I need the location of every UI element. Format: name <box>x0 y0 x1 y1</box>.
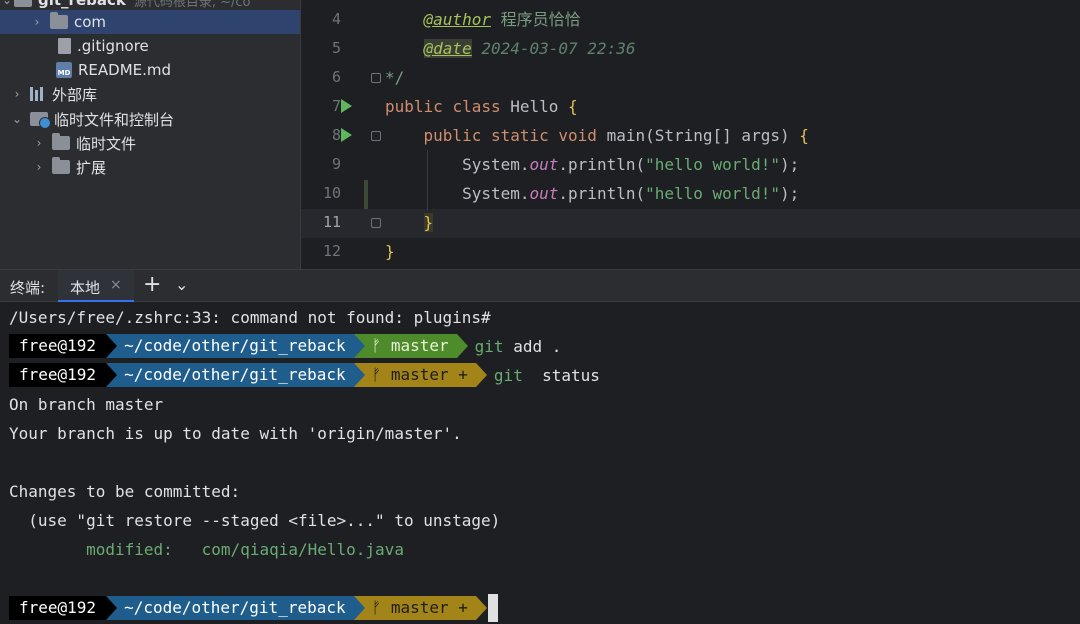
prompt-user: free@192 <box>9 363 118 387</box>
line-number: 4 <box>331 10 341 28</box>
new-tab-button[interactable]: + <box>143 272 161 297</box>
line-number-current: 11 <box>322 213 341 231</box>
tree-item-scratch-files[interactable]: › 临时文件 <box>0 131 300 155</box>
shell-prompt: free@192 ~/code/other/git_reback ᚠ maste… <box>9 363 600 387</box>
tab-local[interactable]: 本地 × <box>58 270 134 302</box>
folder-icon <box>52 133 70 150</box>
tree-item-external-libraries[interactable]: › 外部库 <box>0 82 300 106</box>
file-icon <box>58 38 71 54</box>
tree-root-hint: 源代码根目录, ~/co <box>133 0 251 10</box>
terminal-output[interactable]: /Users/free/.zshrc:33: command not found… <box>0 303 1080 624</box>
chevron-right-icon[interactable]: › <box>30 15 44 29</box>
tree-item-label: README.md <box>78 61 172 79</box>
terminal-line: Changes to be committed: <box>9 482 241 501</box>
chevron-right-icon[interactable]: › <box>32 136 46 150</box>
fold-icon[interactable] <box>371 73 381 83</box>
terminal-cursor <box>487 594 498 622</box>
line-number: 12 <box>322 242 341 260</box>
chevron-down-icon[interactable]: ⌄ <box>175 275 188 294</box>
line-number: 8 <box>331 126 341 144</box>
shell-prompt: free@192 ~/code/other/git_reback ᚠ maste… <box>9 334 561 358</box>
chevron-right-icon[interactable]: › <box>10 87 24 101</box>
code-line-10: System.out.println("hello world!"); <box>462 184 800 203</box>
terminal-label: 终端: <box>10 279 46 297</box>
fold-icon[interactable] <box>371 131 381 141</box>
library-icon <box>30 87 46 101</box>
tree-root-label: git_reback <box>38 0 126 9</box>
tree-item-label: .gitignore <box>77 37 149 55</box>
prompt-path: ~/code/other/git_reback <box>106 363 365 387</box>
folder-icon <box>52 157 70 174</box>
shell-prompt: free@192 ~/code/other/git_reback ᚠ maste… <box>9 594 498 622</box>
line-number: 7 <box>331 97 341 115</box>
tree-item-label: 扩展 <box>76 158 107 177</box>
fold-icon[interactable] <box>371 218 381 228</box>
terminal-line: Your branch is up to date with 'origin/m… <box>9 424 462 443</box>
tab-local-label: 本地 <box>70 279 101 297</box>
prompt-git-branch: ᚠ master <box>353 334 468 358</box>
run-main-icon[interactable] <box>341 128 352 142</box>
tree-item-readme[interactable]: MD README.md <box>0 58 300 82</box>
code-line-11: } <box>423 213 434 232</box>
close-icon[interactable]: × <box>110 277 122 293</box>
tree-item-label: com <box>74 13 107 31</box>
markdown-file-icon: MD <box>56 62 72 78</box>
line-number: 6 <box>331 68 341 86</box>
scratch-console-icon <box>30 112 51 129</box>
code-line-8: public static void main(String[] args) { <box>423 126 809 145</box>
prompt-command: git status <box>493 365 600 385</box>
prompt-user: free@192 <box>9 334 118 358</box>
prompt-git-branch: ᚠ master + <box>353 363 487 387</box>
package-folder-icon <box>50 12 68 29</box>
terminal-toolbar: 终端: 本地 × + ⌄ <box>0 269 1080 302</box>
prompt-path: ~/code/other/git_reback <box>106 596 365 620</box>
prompt-path: ~/code/other/git_reback <box>106 334 365 358</box>
tree-item-label: 外部库 <box>52 85 98 104</box>
run-class-icon[interactable] <box>341 99 352 113</box>
line-number: 10 <box>322 184 341 202</box>
line-number: 9 <box>331 155 341 173</box>
chevron-right-icon[interactable]: › <box>32 160 46 174</box>
terminal-line: /Users/free/.zshrc:33: command not found… <box>9 308 491 327</box>
code-line-9: System.out.println("hello world!"); <box>462 155 800 174</box>
tree-item-extensions[interactable]: › 扩展 <box>0 155 300 179</box>
code-line-12: } <box>385 242 395 261</box>
line-number: 5 <box>331 39 341 57</box>
code-line-6: */ <box>385 68 405 87</box>
tree-item-scratches[interactable]: ⌄ 临时文件和控制台 <box>0 107 300 131</box>
code-line-4: @author 程序员恰恰 <box>423 10 581 29</box>
prompt-user: free@192 <box>9 596 118 620</box>
terminal-line: (use "git restore --staged <file>..." to… <box>9 511 501 530</box>
folder-icon <box>14 0 32 7</box>
prompt-git-branch: ᚠ master + <box>353 596 487 620</box>
tree-item-gitignore[interactable]: .gitignore <box>0 34 300 58</box>
terminal-line: On branch master <box>9 395 164 414</box>
tree-item-label: 临时文件 <box>76 134 137 153</box>
code-line-7: public class Hello { <box>385 97 578 116</box>
vcs-change-marker[interactable] <box>364 180 368 209</box>
code-editor[interactable]: 4 5 6 7 8 9 10 11 12 @author 程序员恰恰 @date… <box>300 0 1080 269</box>
prompt-command: git add . <box>474 336 562 356</box>
chevron-down-icon[interactable]: ⌄ <box>0 0 14 7</box>
chevron-down-icon[interactable]: ⌄ <box>10 112 24 126</box>
tree-item-com[interactable]: › com <box>0 10 300 34</box>
project-tree: ⌄ git_reback 源代码根目录, ~/co › com .gitigno… <box>0 0 300 269</box>
terminal-line-modified: modified: com/qiaqia/Hello.java <box>9 540 404 559</box>
tree-item-label: 临时文件和控制台 <box>54 110 175 129</box>
code-line-5: @date 2024-03-07 22:36 <box>423 39 636 58</box>
